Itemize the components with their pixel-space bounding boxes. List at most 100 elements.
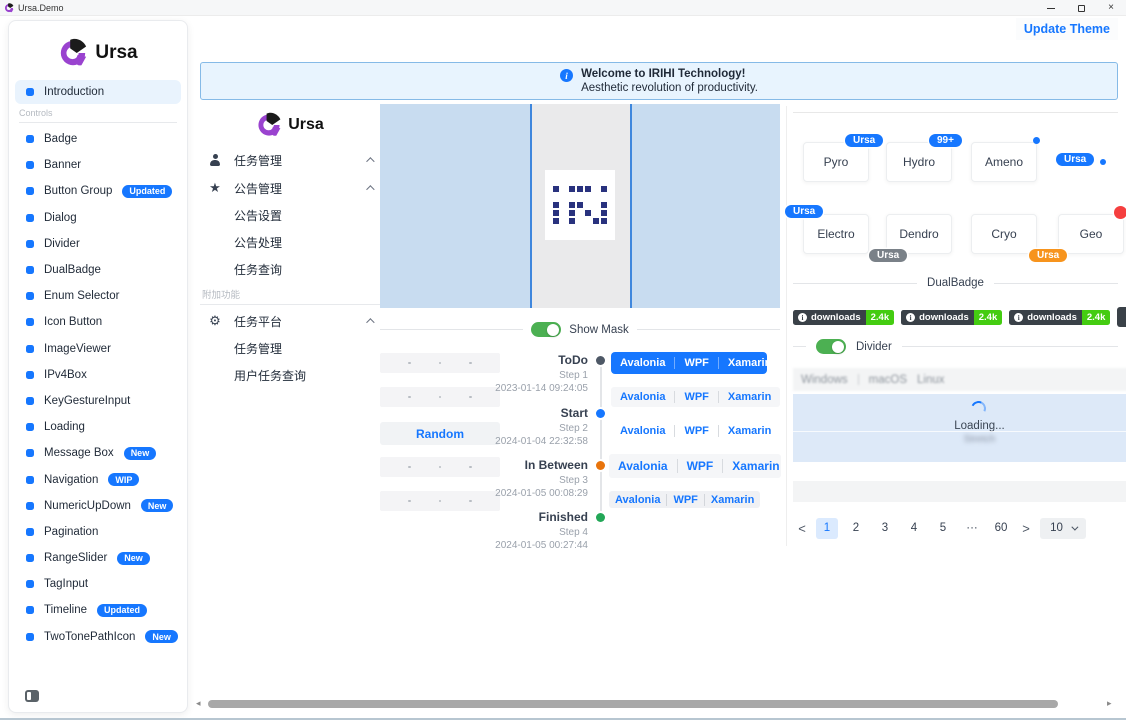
sidebar-item[interactable]: DualBadge xyxy=(9,257,187,283)
sidebar-item[interactable]: Pagination xyxy=(9,519,187,545)
banner-subtitle: Aesthetic revolution of productivity. xyxy=(581,82,758,94)
close-button[interactable]: × xyxy=(1096,0,1126,16)
button-group-button[interactable]: Xamarin xyxy=(722,459,788,473)
tab-macos[interactable]: macOS xyxy=(869,374,907,386)
page-button[interactable]: 3 xyxy=(874,518,896,539)
banner-title: Welcome to IRIHI Technology! xyxy=(581,68,758,80)
button-group-button[interactable]: Xamarin xyxy=(718,357,780,369)
sidebar-item[interactable]: Divider xyxy=(9,231,187,257)
menu-section-label: 附加功能 xyxy=(200,287,380,305)
sidebar-item-label: Banner xyxy=(44,159,81,171)
button-group-button[interactable]: Xamarin xyxy=(718,391,780,403)
badge-card: Hydro xyxy=(886,142,952,182)
page-button[interactable]: 5 xyxy=(932,518,954,539)
next-page-icon[interactable]: > xyxy=(1019,521,1033,536)
button-group-button[interactable]: WPF xyxy=(677,459,723,473)
window-title: Ursa.Demo xyxy=(18,3,64,13)
sidebar-item[interactable]: Message Box New xyxy=(9,440,187,466)
sidebar-item[interactable]: Loading xyxy=(9,414,187,440)
sidebar-item[interactable]: Button Group Updated xyxy=(9,178,187,204)
sidebar-item-label: Enum Selector xyxy=(44,290,119,302)
sidebar-item-label: TwoTonePathIcon xyxy=(44,631,135,643)
divider-toggle[interactable] xyxy=(816,339,846,354)
page-button[interactable]: 60 xyxy=(990,518,1012,539)
show-mask-row: Show Mask xyxy=(380,322,780,337)
menu-group-announcement[interactable]: ★ 公告管理 xyxy=(200,174,380,202)
button-group-button[interactable]: Xamarin xyxy=(704,494,760,506)
scroll-left-icon[interactable]: ◂ xyxy=(196,698,201,709)
page-button[interactable]: 4 xyxy=(903,518,925,539)
sidebar-item[interactable]: TagInput xyxy=(9,571,187,597)
sidebar-item-label: Loading xyxy=(44,421,85,433)
tab-windows[interactable]: Windows xyxy=(801,374,848,386)
sidebar-item[interactable]: IPv4Box xyxy=(9,362,187,388)
previous-page-icon[interactable]: < xyxy=(795,521,809,536)
sidebar-item[interactable]: Timeline Updated xyxy=(9,597,187,623)
bullet-icon xyxy=(26,214,34,222)
button-group-button[interactable]: Avalonia xyxy=(611,391,674,403)
menu-sub-item[interactable]: 任务查询 xyxy=(200,256,380,283)
menu-sub-item[interactable]: 公告设置 xyxy=(200,202,380,229)
scroll-right-icon[interactable]: ▸ xyxy=(1107,698,1112,709)
welcome-banner: i Welcome to IRIHI Technology! Aesthetic… xyxy=(200,62,1118,100)
page-button[interactable]: 2 xyxy=(845,518,867,539)
viewer-guide-line[interactable] xyxy=(530,104,532,308)
sidebar-item[interactable]: Banner xyxy=(9,152,187,178)
sidebar-item[interactable]: Dialog xyxy=(9,205,187,231)
menu-sub-item[interactable]: 公告处理 xyxy=(200,229,380,256)
button-group-button[interactable]: WPF xyxy=(674,425,717,437)
sidebar-collapse-icon[interactable] xyxy=(25,690,39,702)
app-window: Ursa.Demo × Update Theme Ursa Introducti… xyxy=(0,0,1126,720)
button-group-button[interactable]: Xamarin xyxy=(718,425,780,437)
sidebar-item[interactable]: TwoTonePathIcon New xyxy=(9,624,187,650)
show-mask-toggle[interactable] xyxy=(531,322,561,337)
sidebar-item[interactable]: Enum Selector xyxy=(9,283,187,309)
sidebar-item-badge: New xyxy=(124,447,157,460)
update-theme-button[interactable]: Update Theme xyxy=(1016,18,1118,40)
tab-linux[interactable]: Linux xyxy=(917,374,945,386)
page-button-current[interactable]: 1 xyxy=(816,518,838,539)
info-icon: i xyxy=(1014,313,1023,322)
button-group-button[interactable]: WPF xyxy=(666,494,703,506)
badge-card: Electro xyxy=(803,214,869,254)
minimize-button[interactable] xyxy=(1036,0,1066,16)
page-size-select[interactable]: 10 xyxy=(1040,518,1086,539)
sidebar-item[interactable]: RangeSlider New xyxy=(9,545,187,571)
button-group-button[interactable]: WPF xyxy=(674,357,717,369)
button-group-button[interactable]: Avalonia xyxy=(609,494,666,506)
close-icon: × xyxy=(1108,3,1114,13)
menu-group-task-platform[interactable]: ⚙ 任务平台 xyxy=(200,307,380,335)
sidebar-item[interactable]: NumericUpDown New xyxy=(9,493,187,519)
sidebar-item[interactable]: KeyGestureInput xyxy=(9,388,187,414)
sidebar-item[interactable]: Badge xyxy=(9,126,187,152)
horizontal-scrollbar-thumb[interactable] xyxy=(208,700,1058,708)
sidebar-item-label: Icon Button xyxy=(44,316,102,328)
sidebar-item-badge: New xyxy=(141,499,174,512)
timeline-line xyxy=(600,364,602,514)
sidebar: Ursa Introduction Controls Badge Banner xyxy=(8,20,188,713)
sidebar-item-introduction[interactable]: Introduction xyxy=(15,80,181,104)
viewer-guide-line[interactable] xyxy=(630,104,632,308)
maximize-button[interactable] xyxy=(1066,0,1096,16)
show-mask-label: Show Mask xyxy=(569,324,628,336)
button-group-button[interactable]: Avalonia xyxy=(609,459,677,473)
bullet-icon xyxy=(26,423,34,431)
sidebar-item[interactable]: Navigation WIP xyxy=(9,466,187,492)
dual-badge-large: idownload xyxy=(1117,307,1126,327)
menu-sub-item[interactable]: 用户任务查询 xyxy=(200,362,380,389)
menu-sub-item[interactable]: 任务管理 xyxy=(200,335,380,362)
page-ellipsis[interactable]: ··· xyxy=(961,518,983,539)
sidebar-item[interactable]: ImageViewer xyxy=(9,336,187,362)
menu-group-task-management[interactable]: 任务管理 xyxy=(200,146,380,174)
timeline-title: In Between xyxy=(466,458,588,472)
tab-bar: Windows macOS Linux xyxy=(793,368,1126,391)
divider-line xyxy=(793,112,1118,113)
button-group-button[interactable]: Avalonia xyxy=(611,357,674,369)
timeline-step: Step 1 xyxy=(466,370,588,381)
sidebar-item[interactable]: Icon Button xyxy=(9,309,187,335)
button-group-button[interactable]: Avalonia xyxy=(611,425,674,437)
button-group-button[interactable]: WPF xyxy=(674,391,717,403)
image-viewer[interactable] xyxy=(380,104,780,308)
badge: 99+ xyxy=(929,134,962,147)
menu-group-label: 公告管理 xyxy=(234,180,282,197)
